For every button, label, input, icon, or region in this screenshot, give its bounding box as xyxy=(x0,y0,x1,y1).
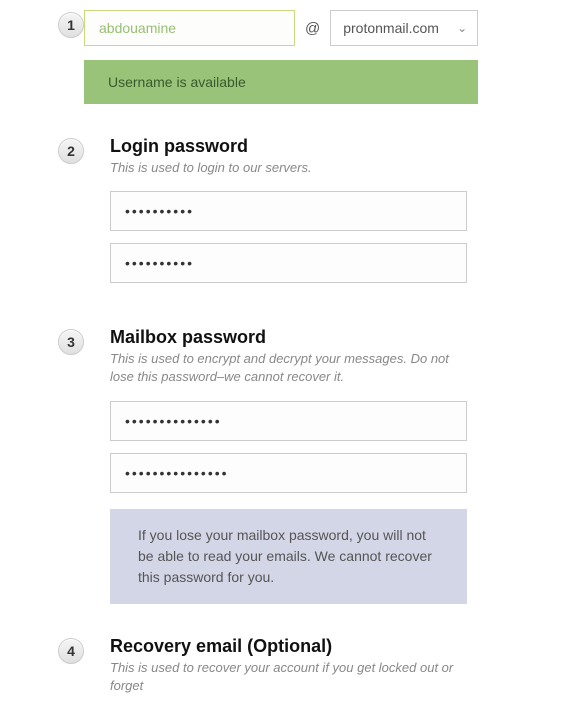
mailbox-password-desc: This is used to encrypt and decrypt your… xyxy=(110,350,467,386)
chevron-down-icon: ⌄ xyxy=(457,21,467,35)
login-password-confirm-input[interactable] xyxy=(110,243,467,283)
domain-select[interactable]: protonmail.com ⌄ xyxy=(330,10,478,46)
mailbox-password-warning: If you lose your mailbox password, you w… xyxy=(110,509,467,604)
step-3-badge: 3 xyxy=(58,329,84,355)
mailbox-password-title: Mailbox password xyxy=(110,327,467,348)
step-4-badge: 4 xyxy=(58,638,84,664)
recovery-title-text: Recovery email xyxy=(110,636,247,656)
at-symbol: @ xyxy=(305,20,320,37)
mailbox-password-input[interactable] xyxy=(110,401,467,441)
recovery-email-title: Recovery email (Optional) xyxy=(110,636,467,657)
login-password-desc: This is used to login to our servers. xyxy=(110,159,467,177)
login-password-title: Login password xyxy=(110,136,467,157)
domain-selected-label: protonmail.com xyxy=(343,20,439,36)
recovery-optional-label: (Optional) xyxy=(247,636,332,656)
step-2-badge: 2 xyxy=(58,138,84,164)
recovery-email-desc: This is used to recover your account if … xyxy=(110,659,467,695)
step-1-badge: 1 xyxy=(58,12,84,38)
mailbox-password-confirm-input[interactable] xyxy=(110,453,467,493)
username-available-banner: Username is available xyxy=(84,60,478,104)
login-password-input[interactable] xyxy=(110,191,467,231)
username-input[interactable] xyxy=(84,10,295,46)
